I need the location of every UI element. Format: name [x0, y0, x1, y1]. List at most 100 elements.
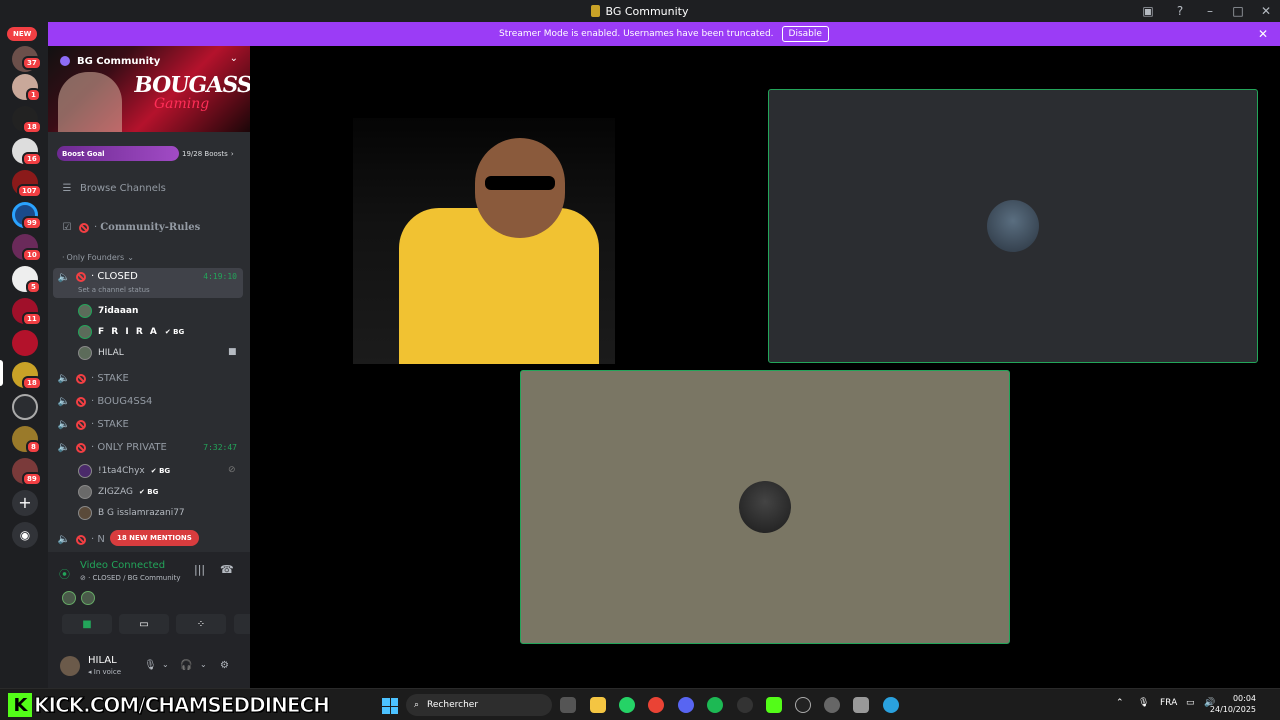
discord-icon[interactable]	[678, 697, 694, 713]
obs-icon[interactable]	[737, 697, 753, 713]
noise-suppression-icon[interactable]: |||	[194, 563, 205, 576]
language-indicator[interactable]: FRA	[1160, 698, 1177, 708]
close-window-button[interactable]: ✕	[1252, 0, 1280, 22]
voice-channel-stake-2[interactable]: 🔈 · STAKE	[53, 419, 243, 430]
avatar[interactable]	[81, 591, 95, 605]
boost-goal[interactable]: Boost Goal 19/28 Boosts ›	[57, 146, 241, 161]
maximize-button[interactable]: □	[1224, 0, 1252, 22]
server-name[interactable]: BG Community	[77, 56, 160, 67]
camera-subject-glasses	[485, 176, 555, 190]
spotify-icon[interactable]	[707, 697, 723, 713]
camera-button[interactable]: ■	[62, 614, 112, 634]
kick-app-icon[interactable]	[766, 697, 782, 713]
channel-name: Community-Rules	[100, 222, 201, 233]
voice-user[interactable]: ZIGZAG ✔ BG	[78, 485, 158, 499]
close-icon[interactable]: ✕	[1258, 27, 1268, 41]
voice-channel-only-private[interactable]: 🔈 · ONLY PRIVATE 7:32:47	[53, 442, 243, 453]
user-name[interactable]: HILAL	[88, 655, 117, 666]
participant-tile[interactable]	[520, 370, 1010, 644]
server-badge: 11	[22, 312, 42, 326]
activities-button[interactable]: ⁘	[176, 614, 226, 634]
discover-icon[interactable]: ◉	[12, 522, 38, 548]
server-badge: 10	[22, 248, 42, 262]
minimize-button[interactable]: –	[1196, 0, 1224, 22]
voice-user[interactable]: F R I R A ✔ BG	[78, 325, 184, 339]
signal-icon[interactable]: ⦿	[59, 566, 70, 582]
inbox-icon[interactable]: ▣	[1132, 0, 1164, 22]
whatsapp-icon[interactable]	[619, 697, 635, 713]
chevron-down-icon[interactable]: ⌄	[162, 660, 169, 669]
chevron-right-icon: ›	[230, 149, 234, 158]
server-badge: 107	[17, 184, 42, 198]
voice-user[interactable]: 7idaaan	[78, 304, 138, 318]
disable-streamer-mode-button[interactable]: Disable	[781, 26, 829, 42]
snipping-tool-icon[interactable]	[853, 697, 869, 713]
disconnect-icon[interactable]: ☎	[220, 563, 234, 576]
banner-text: Streamer Mode is enabled. Usernames have…	[499, 29, 774, 39]
voice-status-subtitle[interactable]: ⊘ · CLOSED / BG Community	[80, 574, 181, 582]
network-icon[interactable]: ▭	[1186, 698, 1195, 708]
no-entry-icon	[79, 222, 89, 233]
voice-channel-boug4ss4[interactable]: 🔈 · BOUG4SS4	[53, 396, 243, 407]
start-button[interactable]	[382, 698, 398, 714]
server-badge: 1	[26, 88, 41, 102]
user-name: 7idaaan	[98, 306, 139, 316]
set-channel-status-link[interactable]: Set a channel status	[78, 286, 150, 294]
checkbox-icon: ☑	[62, 222, 72, 233]
taskbar-search[interactable]: ⌕ Rechercher	[406, 694, 552, 716]
media-player-icon[interactable]	[795, 697, 811, 713]
channel-timer: 7:32:47	[203, 443, 237, 452]
window-title: BG Community	[591, 5, 689, 18]
server-badge: 5	[26, 280, 41, 294]
channel-name: STAKE	[97, 373, 129, 384]
chevron-down-icon[interactable]: ⌄	[200, 660, 207, 669]
chrome-icon[interactable]	[648, 697, 664, 713]
camera-feed[interactable]	[353, 118, 615, 364]
server-icon[interactable]	[12, 394, 38, 420]
help-icon[interactable]: ?	[1164, 0, 1196, 22]
user-panel: HILAL ◂ In voice 🎙 ⌄ 🎧 ⌄ ⚙	[48, 648, 250, 688]
settings-icon[interactable]	[824, 697, 840, 713]
participant-tile[interactable]	[768, 89, 1258, 363]
server-icon[interactable]	[12, 330, 38, 356]
soundboard-button[interactable]: ♪	[234, 614, 250, 634]
headphones-icon[interactable]: 🎧	[180, 660, 192, 671]
clock-time: 00:04	[1232, 694, 1256, 703]
avatar[interactable]	[62, 591, 76, 605]
browse-channels-label: Browse Channels	[80, 183, 166, 194]
category-only-founders[interactable]: · Only Founders ⌄	[62, 253, 250, 262]
voice-user[interactable]: !1ta4Chyx ✔ BG	[78, 464, 170, 478]
screen-share-button[interactable]: ▭	[119, 614, 169, 634]
chevron-up-icon[interactable]: ⌃	[1116, 698, 1124, 708]
no-entry-icon	[76, 442, 86, 453]
browse-channels[interactable]: ☰ Browse Channels	[60, 183, 250, 194]
new-mentions-pill[interactable]: 18 NEW MENTIONS	[110, 530, 199, 546]
task-view-icon[interactable]	[560, 697, 576, 713]
no-entry-icon	[76, 419, 86, 430]
avatar[interactable]	[60, 656, 80, 676]
category-name: Only Founders	[66, 253, 125, 262]
user-status: ◂ In voice	[88, 668, 122, 676]
kick-overlay: K KICK.COM/CHAMSEDDINECH	[8, 692, 331, 718]
voice-status-title: Video Connected	[80, 560, 166, 571]
voice-user[interactable]: HILAL	[78, 346, 124, 360]
add-server-icon[interactable]: +	[12, 490, 38, 516]
microphone-tray-icon[interactable]: 🎙	[1138, 698, 1149, 708]
avatar	[78, 506, 92, 520]
settings-gear-icon[interactable]: ⚙	[220, 660, 229, 671]
voice-channel-stake[interactable]: 🔈 · STAKE	[53, 373, 243, 384]
kick-overlay-text: KICK.COM/CHAMSEDDINECH	[34, 693, 331, 718]
voice-user[interactable]: B G isslamrazani77	[78, 506, 185, 520]
file-explorer-icon[interactable]	[590, 697, 606, 713]
channel-community-rules[interactable]: ☑ · Community-Rules	[60, 222, 250, 233]
no-entry-icon	[76, 272, 86, 282]
voice-channel-closed[interactable]: 🔈 · CLOSED 4:19:10 Set a channel status	[53, 268, 243, 298]
new-badge[interactable]: NEW	[7, 27, 38, 41]
avatar	[78, 346, 92, 360]
microphone-icon[interactable]: 🎙	[144, 660, 157, 671]
chevron-down-icon[interactable]: ⌄	[230, 53, 238, 64]
server-banner[interactable]: BG Community ⌄ BOUGASSAA Gaming	[48, 46, 250, 132]
clock[interactable]: 00:04 24/10/2025	[1210, 693, 1256, 715]
kick-logo-icon: K	[8, 693, 32, 717]
telegram-icon[interactable]	[883, 697, 899, 713]
